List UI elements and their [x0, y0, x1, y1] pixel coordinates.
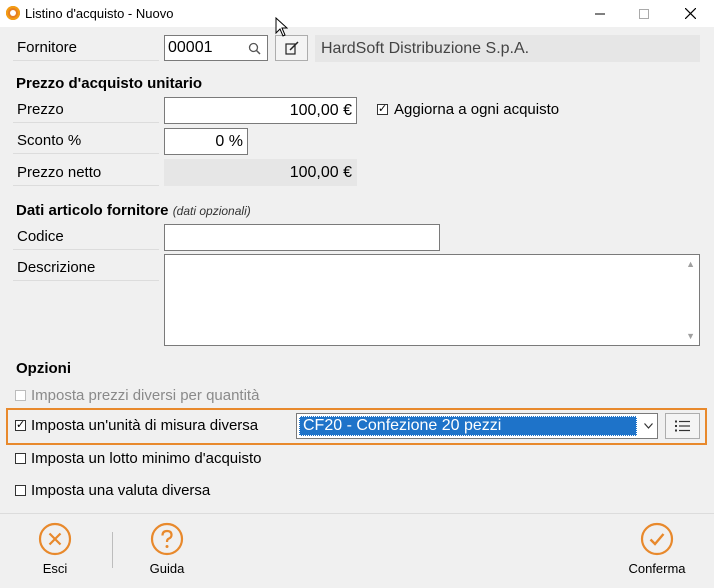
help-icon: [150, 522, 184, 556]
help-button-label: Guida: [149, 561, 185, 576]
net-price-field: 100,00 €: [164, 159, 357, 186]
description-label: Descrizione: [13, 258, 159, 281]
footer-separator: [112, 532, 113, 568]
close-icon: [684, 8, 696, 19]
close-button[interactable]: [667, 0, 713, 27]
currency-checkbox[interactable]: [15, 485, 26, 496]
unit-selected-value: CF20 - Confezione 20 pezzi: [299, 416, 637, 436]
min-lot-checkbox[interactable]: [15, 453, 26, 464]
unit-combobox[interactable]: CF20 - Confezione 20 pezzi: [296, 413, 658, 439]
chevron-down-icon[interactable]: [644, 420, 653, 432]
article-code-label: Codice: [13, 227, 159, 250]
maximize-icon: [639, 8, 649, 19]
price-section-title: Prezzo d'acquisto unitario: [16, 75, 203, 92]
supplier-code-field[interactable]: 00001: [164, 35, 268, 61]
net-price-label: Prezzo netto: [13, 163, 159, 186]
maximize-button[interactable]: [621, 0, 667, 27]
discount-value: 0 %: [215, 132, 243, 150]
price-label: Prezzo: [13, 100, 159, 123]
min-lot-label[interactable]: Imposta un lotto minimo d'acquisto: [31, 450, 261, 467]
discount-input[interactable]: 0 %: [164, 128, 248, 155]
supplier-name: HardSoft Distribuzione S.p.A.: [321, 39, 530, 57]
supplier-name-field: HardSoft Distribuzione S.p.A.: [315, 35, 700, 62]
article-section-subtitle: (dati opzionali): [172, 204, 251, 218]
article-code-input[interactable]: [164, 224, 440, 251]
price-input[interactable]: 100,00 €: [164, 97, 357, 124]
edit-supplier-button[interactable]: [275, 35, 308, 61]
update-checkbox[interactable]: ✓: [377, 104, 388, 115]
net-price-value: 100,00 €: [289, 163, 352, 181]
help-button[interactable]: Guida: [137, 522, 197, 576]
footer-divider: [0, 513, 714, 514]
cancel-icon: [38, 522, 72, 556]
description-textarea[interactable]: ▲ ▼: [164, 254, 700, 346]
qty-prices-label: Imposta prezzi diversi per quantità: [31, 387, 260, 404]
confirm-icon: [640, 522, 674, 556]
check-icon: ✓: [378, 103, 388, 115]
exit-button-label: Esci: [42, 561, 68, 576]
minimize-button[interactable]: [577, 0, 623, 27]
price-value: 100,00 €: [289, 101, 352, 119]
currency-label[interactable]: Imposta una valuta diversa: [31, 482, 210, 499]
options-section-title: Opzioni: [16, 360, 71, 377]
article-section-heading: Dati articolo fornitore: [16, 202, 169, 219]
cursor-icon: [275, 17, 288, 37]
confirm-button-label: Conferma: [628, 561, 686, 576]
supplier-label: Fornitore: [13, 38, 159, 61]
confirm-button[interactable]: Conferma: [622, 522, 692, 576]
unit-list-button[interactable]: [665, 413, 700, 439]
window-title: Listino d'acquisto - Nuovo: [25, 6, 174, 21]
article-section-title: Dati articolo fornitore (dati opzionali): [16, 202, 251, 219]
app-icon: [6, 6, 20, 20]
discount-label: Sconto %: [13, 131, 159, 154]
exit-button[interactable]: Esci: [25, 522, 85, 576]
list-icon: [675, 420, 690, 432]
unit-checkbox-label[interactable]: Imposta un'unità di misura diversa: [31, 417, 258, 434]
supplier-code-value: 00001: [168, 39, 213, 56]
qty-prices-checkbox[interactable]: [15, 390, 26, 401]
scroll-up-icon[interactable]: ▲: [686, 259, 695, 269]
update-checkbox-label[interactable]: Aggiorna a ogni acquisto: [394, 101, 559, 118]
search-icon[interactable]: [248, 42, 261, 55]
minimize-icon: [595, 13, 605, 14]
scroll-down-icon[interactable]: ▼: [686, 331, 695, 341]
check-icon: ✓: [16, 419, 26, 431]
unit-checkbox[interactable]: ✓: [15, 420, 26, 431]
edit-icon: [284, 41, 299, 55]
